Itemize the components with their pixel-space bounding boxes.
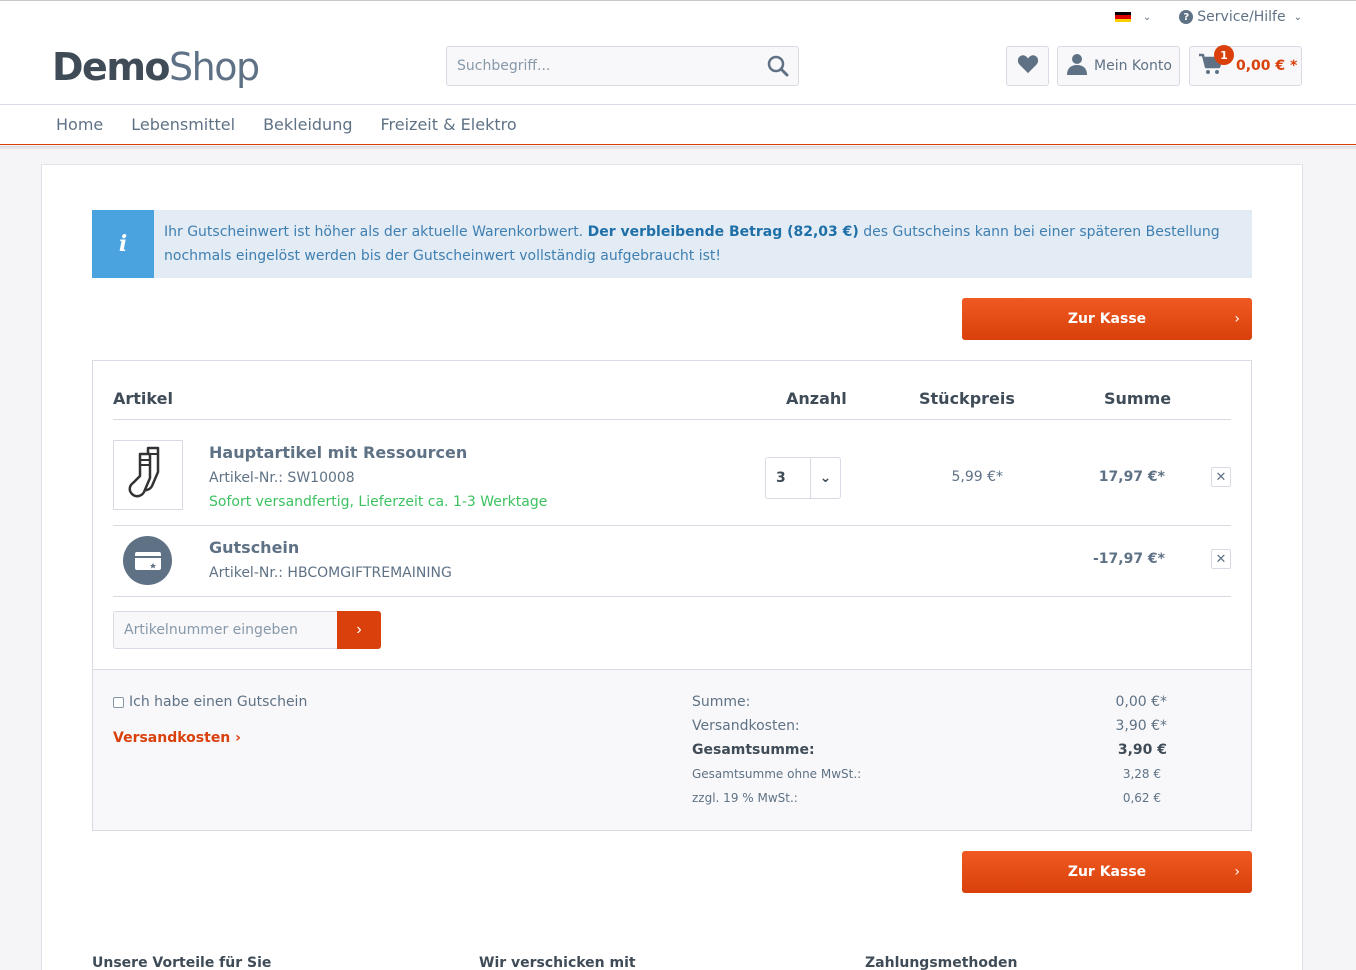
voucher-sum: -17,97 €* — [1092, 551, 1165, 567]
german-flag-icon — [1114, 11, 1131, 23]
language-switcher[interactable]: ⌄ — [1114, 11, 1152, 23]
logo-light: Shop — [169, 45, 260, 89]
summary-label-sum: Summe: — [692, 694, 751, 710]
close-icon: ✕ — [1215, 469, 1227, 485]
table-row: Gutschein Artikel-Nr.: HBCOMGIFTREMAININ… — [113, 526, 1231, 597]
checkout-label: Zur Kasse — [1067, 311, 1147, 327]
cart-page: i Ihr Gutscheinwert ist höher als der ak… — [41, 164, 1303, 970]
service-label: Service/Hilfe — [1197, 9, 1286, 25]
account-label: Mein Konto — [1094, 58, 1172, 74]
remove-voucher-button[interactable]: ✕ — [1211, 549, 1231, 569]
chevron-right-icon: › — [235, 730, 241, 746]
chevron-down-icon: ⌄ — [1293, 11, 1302, 23]
nav-shadow — [0, 146, 1356, 150]
nav-item-home[interactable]: Home — [42, 115, 117, 134]
nav-item-lebensmittel[interactable]: Lebensmittel — [117, 115, 249, 134]
search-input[interactable] — [447, 47, 758, 85]
alert-text: Ihr Gutscheinwert ist höher als der aktu… — [154, 210, 1252, 278]
shipping-costs-link[interactable]: Versandkosten › — [113, 730, 241, 746]
cart-button[interactable]: 1 0,00 € * — [1189, 45, 1302, 86]
line-sum: 17,97 €* — [1098, 469, 1165, 485]
main-navigation: Home Lebensmittel Bekleidung Freizeit & … — [0, 104, 1356, 145]
voucher-checkbox[interactable] — [113, 696, 124, 708]
search-bar — [446, 46, 799, 86]
search-icon[interactable] — [758, 47, 798, 85]
checkout-button-top[interactable]: Zur Kasse › — [962, 298, 1252, 340]
voucher-label: Ich habe einen Gutschein — [129, 694, 308, 710]
checkout-label: Zur Kasse — [1067, 864, 1147, 880]
product-name[interactable]: Hauptartikel mit Ressourcen — [209, 443, 467, 462]
delivery-info: Sofort versandfertig, Lieferzeit ca. 1-3… — [209, 494, 548, 510]
chevron-right-icon: › — [1234, 864, 1240, 880]
info-alert: i Ihr Gutscheinwert ist höher als der ak… — [92, 210, 1252, 278]
footer-heading-payment: Zahlungsmethoden — [865, 955, 1018, 970]
quantity-value: 3 — [766, 458, 811, 498]
unit-price: 5,99 €* — [951, 469, 1003, 485]
alert-text-bold: Der verbleibende Betrag (82,03 €) — [587, 224, 859, 240]
summary-value-sum: 0,00 €* — [1115, 694, 1167, 710]
site-header: ⌄ ? Service/Hilfe ⌄ DemoShop Mein Konto … — [0, 1, 1356, 104]
heart-icon — [1017, 54, 1039, 78]
summary-label-shipping: Versandkosten: — [692, 718, 800, 734]
add-article-form: › — [113, 611, 381, 649]
summary-label-vat: zzgl. 19 % MwSt.: — [692, 791, 798, 805]
voucher-toggle[interactable]: Ich habe einen Gutschein — [113, 694, 307, 710]
chevron-down-icon: ⌄ — [1142, 11, 1152, 23]
header-article: Artikel — [113, 389, 173, 408]
table-row: Hauptartikel mit Ressourcen Artikel-Nr.:… — [113, 421, 1231, 526]
logo-bold: Demo — [52, 45, 171, 89]
product-number: Artikel-Nr.: SW10008 — [209, 470, 355, 486]
voucher-icon — [123, 536, 172, 585]
add-article-button[interactable]: › — [337, 611, 381, 649]
cart-amount: 0,00 € * — [1236, 58, 1298, 74]
cart-summary: Ich habe einen Gutschein Versandkosten ›… — [93, 669, 1251, 830]
shipping-link-label: Versandkosten — [113, 730, 231, 746]
table-header: Artikel Anzahl Stückpreis Summe — [113, 389, 1231, 420]
checkout-button-bottom[interactable]: Zur Kasse › — [962, 851, 1252, 893]
top-bar: ⌄ ? Service/Hilfe ⌄ — [1114, 9, 1302, 25]
alert-text-start: Ihr Gutscheinwert ist höher als der aktu… — [164, 224, 588, 240]
summary-label-total: Gesamtsumme: — [692, 742, 815, 758]
socks-icon — [126, 444, 170, 506]
question-icon: ? — [1179, 10, 1194, 24]
remove-item-button[interactable]: ✕ — [1211, 467, 1231, 487]
cart-table: Artikel Anzahl Stückpreis Summe Hauptart… — [92, 360, 1252, 831]
product-image[interactable] — [113, 440, 183, 510]
nav-item-freizeit-elektro[interactable]: Freizeit & Elektro — [367, 115, 531, 134]
wishlist-button[interactable] — [1006, 46, 1049, 86]
voucher-name: Gutschein — [209, 538, 300, 557]
info-icon: i — [92, 210, 154, 278]
logo[interactable]: DemoShop — [52, 45, 260, 89]
header-unit-price: Stückpreis — [919, 389, 1015, 408]
cart-count-badge: 1 — [1214, 45, 1234, 65]
summary-value-shipping: 3,90 €* — [1115, 718, 1167, 734]
header-qty: Anzahl — [786, 389, 847, 408]
header-sum: Summe — [1104, 389, 1172, 408]
quantity-select[interactable]: 3 ⌄ — [765, 457, 841, 499]
summary-value-net: 3,28 € — [1122, 767, 1161, 781]
article-number-input[interactable] — [113, 611, 337, 649]
summary-label-net: Gesamtsumme ohne MwSt.: — [692, 767, 862, 781]
nav-item-bekleidung[interactable]: Bekleidung — [249, 115, 366, 134]
chevron-down-icon: ⌄ — [819, 470, 832, 486]
chevron-right-icon: › — [1234, 311, 1240, 327]
footer-heading-benefits: Unsere Vorteile für Sie — [92, 955, 272, 970]
footer-heading-shipping: Wir verschicken mit — [479, 955, 636, 970]
summary-value-total: 3,90 € — [1117, 742, 1167, 758]
close-icon: ✕ — [1215, 551, 1227, 567]
account-button[interactable]: Mein Konto — [1057, 46, 1180, 86]
user-icon — [1066, 53, 1088, 79]
voucher-number: Artikel-Nr.: HBCOMGIFTREMAINING — [209, 565, 452, 581]
summary-value-vat: 0,62 € — [1122, 791, 1161, 805]
service-menu[interactable]: ? Service/Hilfe ⌄ — [1179, 9, 1302, 25]
